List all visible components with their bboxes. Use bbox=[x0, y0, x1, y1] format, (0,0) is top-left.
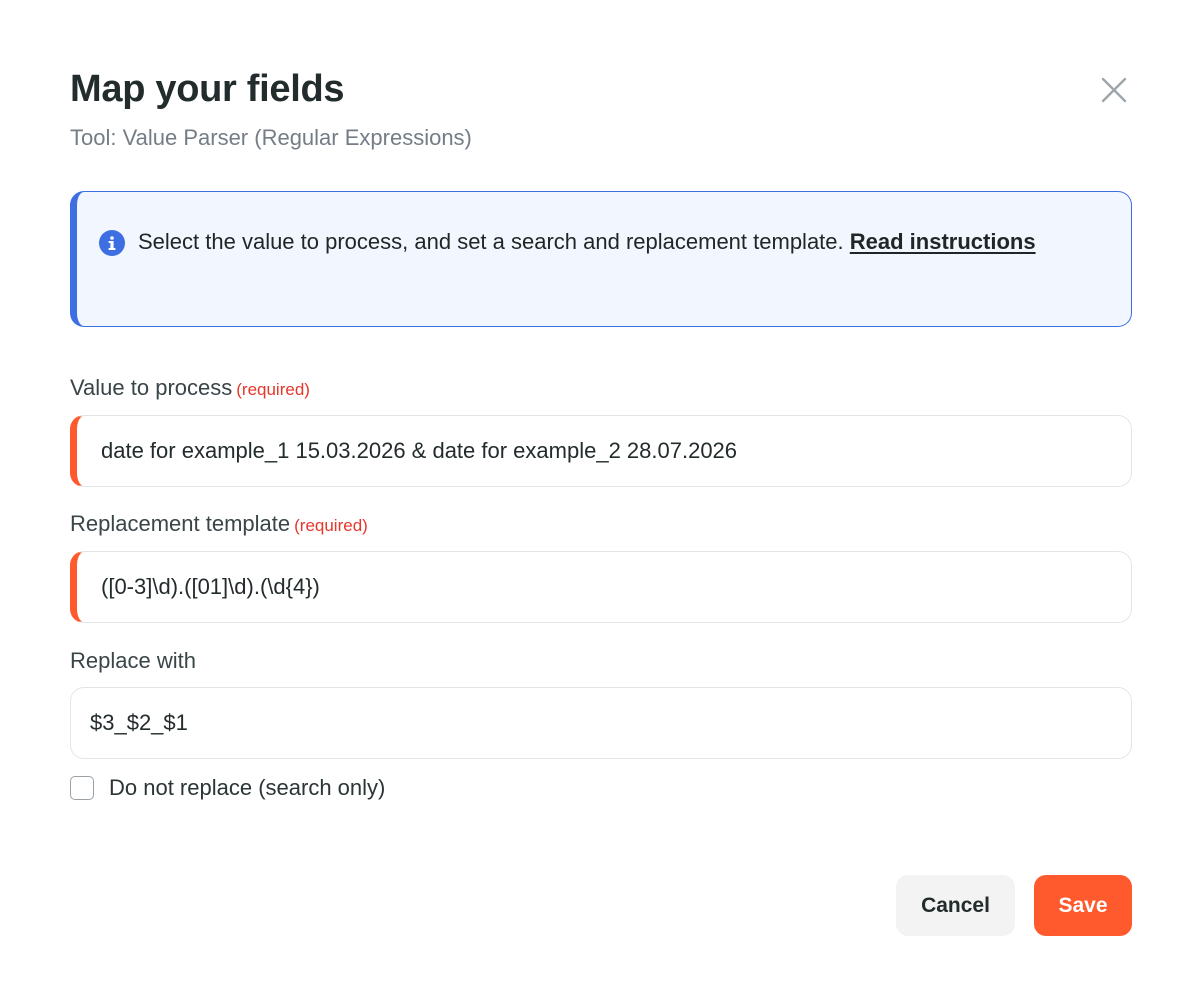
replace-with-input[interactable]: $3_$2_$1 bbox=[70, 687, 1132, 759]
cancel-button[interactable]: Cancel bbox=[896, 875, 1015, 936]
info-text: Select the value to process, and set a s… bbox=[138, 227, 1068, 257]
replacement-template-input[interactable]: ([0-3]\d).([01]\d).(\d{4}) bbox=[70, 551, 1132, 623]
save-button[interactable]: Save bbox=[1034, 875, 1132, 936]
info-icon bbox=[99, 230, 125, 256]
replace-with-label: Replace with bbox=[70, 648, 196, 673]
search-only-checkbox[interactable] bbox=[70, 776, 94, 800]
close-button[interactable] bbox=[1094, 70, 1134, 110]
info-message: Select the value to process, and set a s… bbox=[138, 229, 850, 254]
required-tag: (required) bbox=[236, 380, 310, 399]
dialog-subtitle: Tool: Value Parser (Regular Expressions) bbox=[70, 125, 472, 150]
search-only-option[interactable]: Do not replace (search only) bbox=[70, 774, 385, 802]
replacement-template-label-text: Replacement template bbox=[70, 511, 291, 536]
required-tag: (required) bbox=[294, 516, 368, 535]
value-to-process-label-text: Value to process bbox=[70, 375, 233, 400]
dialog-title: Map your fields bbox=[70, 68, 345, 110]
value-to-process-label: Value to process (required) bbox=[70, 374, 310, 404]
map-fields-dialog: Map your fields Tool: Value Parser (Regu… bbox=[0, 0, 1200, 1002]
search-only-label: Do not replace (search only) bbox=[109, 775, 386, 800]
close-icon bbox=[1101, 77, 1127, 103]
replacement-template-label: Replacement template (required) bbox=[70, 510, 368, 540]
read-instructions-link[interactable]: Read instructions bbox=[850, 229, 1036, 254]
info-banner: Select the value to process, and set a s… bbox=[70, 191, 1132, 327]
value-to-process-input[interactable]: date for example_1 15.03.2026 & date for… bbox=[70, 415, 1132, 487]
